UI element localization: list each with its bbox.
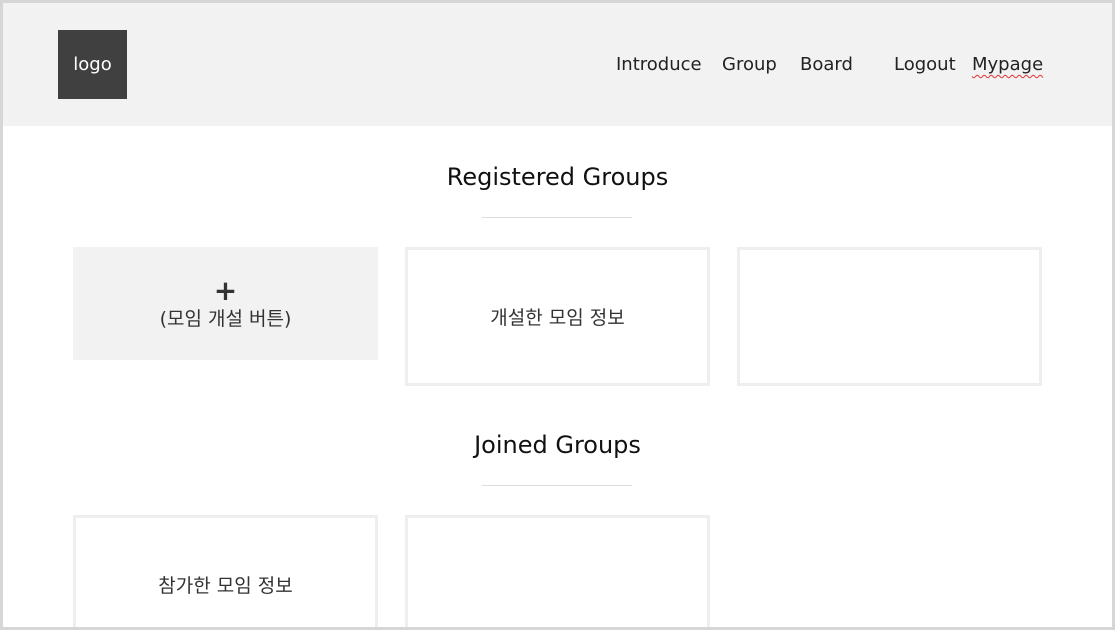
plus-icon: + <box>213 273 238 307</box>
create-group-button[interactable]: + (모임 개설 버튼) <box>73 247 378 360</box>
create-group-label: (모임 개설 버튼) <box>159 307 292 330</box>
joined-divider <box>482 485 632 486</box>
nav-introduce[interactable]: Introduce <box>616 54 702 76</box>
nav-group[interactable]: Group <box>722 54 777 76</box>
joined-groups-title: Joined Groups <box>474 431 641 459</box>
nav-board[interactable]: Board <box>800 54 853 76</box>
nav-logout[interactable]: Logout <box>894 54 956 76</box>
header: logo Introduce Group Board Logout Mypage <box>3 3 1112 126</box>
registered-group-card[interactable] <box>737 247 1042 386</box>
logo[interactable]: logo <box>58 30 127 99</box>
nav-mypage[interactable]: Mypage <box>972 54 1043 76</box>
registered-group-card[interactable]: 개설한 모임 정보 <box>405 247 710 386</box>
registered-divider <box>482 217 632 218</box>
joined-group-card[interactable] <box>405 515 710 627</box>
page-frame: logo Introduce Group Board Logout Mypage… <box>0 0 1115 630</box>
registered-groups-title: Registered Groups <box>446 163 669 191</box>
joined-group-card[interactable]: 참가한 모임 정보 <box>73 515 378 627</box>
